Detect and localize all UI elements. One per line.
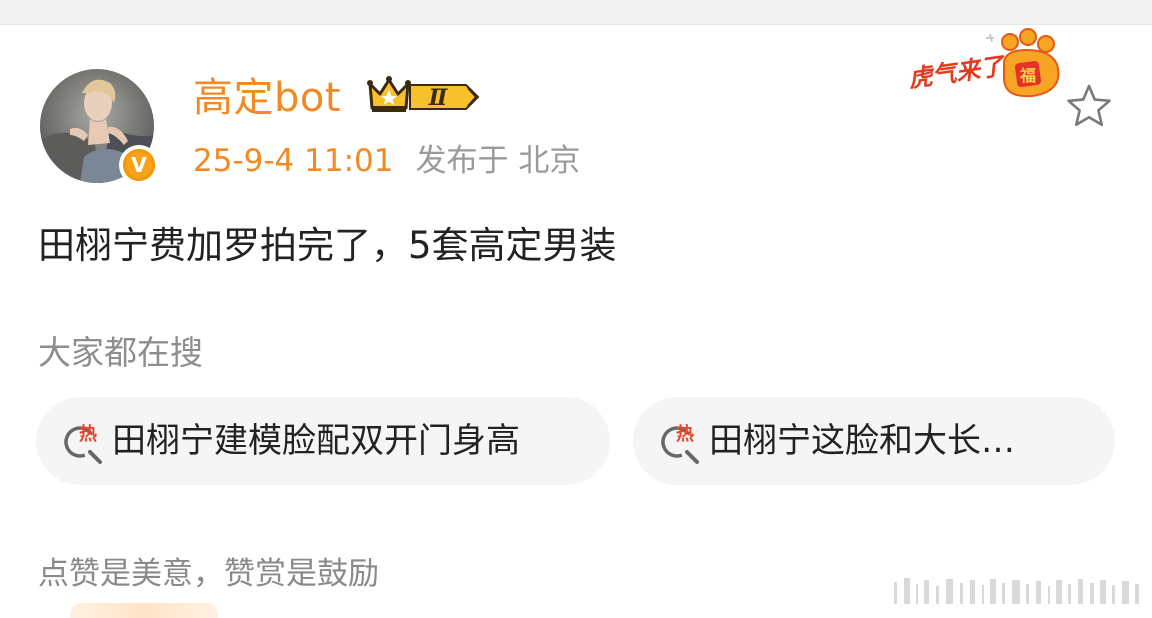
sticker-text: 虎气来了 bbox=[907, 52, 1009, 94]
sparkle-icon bbox=[986, 33, 994, 43]
hot-search-icon: 热 bbox=[64, 423, 102, 464]
hot-search-label: 田栩宁这脸和大长… bbox=[709, 421, 1015, 461]
hot-search-chip[interactable]: 热 田栩宁这脸和大长… bbox=[633, 397, 1115, 485]
verified-badge: V bbox=[119, 145, 159, 185]
paw-icon: 福 bbox=[1001, 28, 1060, 98]
tiger-paw-sticker: 虎气来了 福 bbox=[907, 28, 1060, 98]
verified-v-icon: V bbox=[123, 149, 155, 181]
watermark-strip bbox=[894, 578, 1139, 604]
post-source: 发布于 北京 bbox=[415, 143, 581, 179]
post-content[interactable]: 田栩宁费加罗拍完了，5套高定男装 bbox=[38, 220, 617, 272]
star-outline-icon[interactable] bbox=[1062, 80, 1116, 134]
fu-stamp: 福 bbox=[1019, 66, 1036, 85]
member-level-badge[interactable]: Ⅱ bbox=[366, 74, 482, 118]
hot-search-chip[interactable]: 热 田栩宁建模脸配双开门身高 bbox=[36, 397, 610, 485]
hot-label: 热 bbox=[79, 423, 97, 445]
member-level-label: Ⅱ bbox=[428, 85, 449, 111]
hot-search-icon: 热 bbox=[661, 423, 699, 464]
top-divider-bar bbox=[0, 0, 1152, 25]
author-name[interactable]: 高定bot bbox=[193, 72, 341, 124]
hot-search-label: 田栩宁建模脸配双开门身高 bbox=[112, 421, 520, 461]
hot-label: 热 bbox=[676, 423, 694, 445]
crown-icon bbox=[367, 76, 411, 112]
reward-button-edge[interactable] bbox=[70, 603, 218, 618]
post-time[interactable]: 25-9-4 11:01 bbox=[193, 143, 393, 179]
reward-prompt: 点赞是美意，赞赏是鼓励 bbox=[38, 556, 379, 592]
post-meta: 25-9-4 11:01 发布于 北京 bbox=[193, 138, 580, 184]
hot-search-title: 大家都在搜 bbox=[38, 333, 203, 372]
